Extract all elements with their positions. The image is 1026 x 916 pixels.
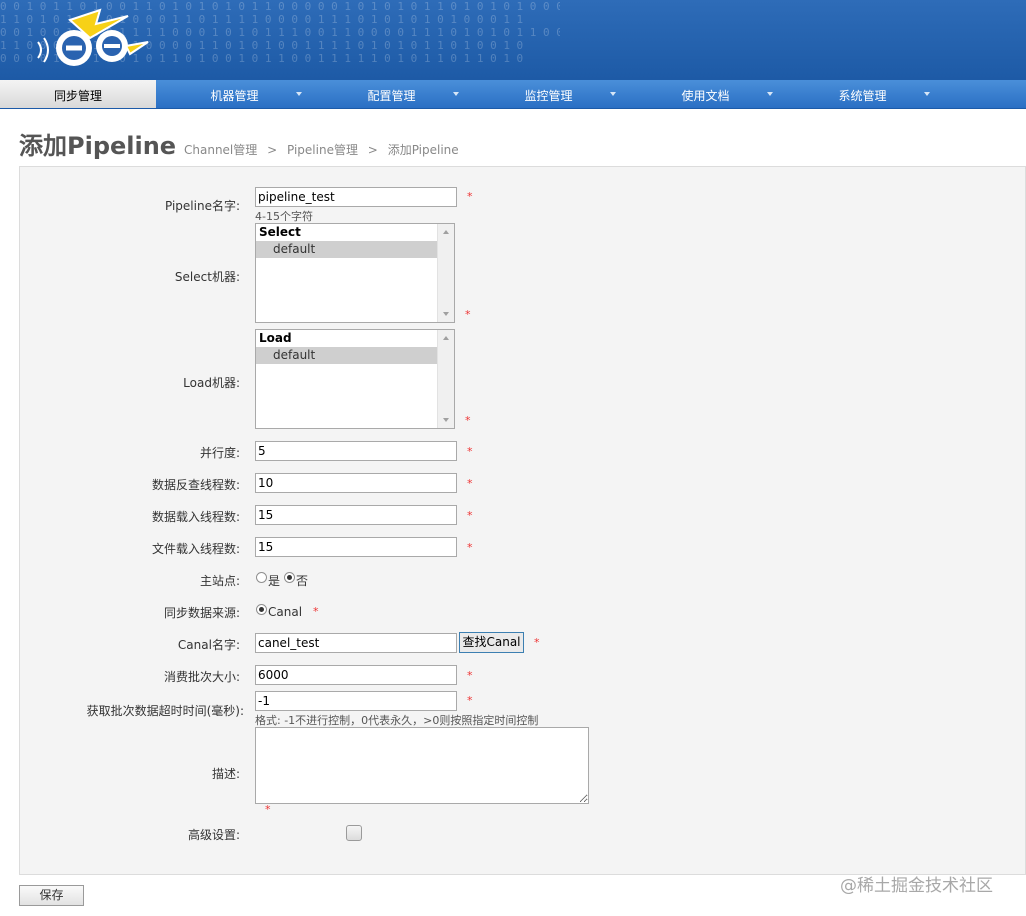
nav-label: 配置管理 bbox=[367, 89, 416, 103]
description-textarea[interactable] bbox=[255, 727, 589, 804]
required-mark: * bbox=[467, 190, 473, 203]
batch-timeout-label: 获取批次数据超时时间(毫秒): bbox=[86, 704, 244, 718]
nav-label: 系统管理 bbox=[838, 89, 887, 103]
load-threads-label: 数据载入线程数: bbox=[151, 510, 240, 524]
home-site-label: 主站点: bbox=[199, 574, 240, 588]
required-mark: * bbox=[465, 308, 471, 321]
breadcrumb-link-pipeline[interactable]: Pipeline管理 bbox=[287, 143, 358, 157]
nav-item-monitor[interactable]: 监控管理 bbox=[470, 80, 627, 108]
find-canal-button[interactable]: 查找Canal bbox=[459, 632, 524, 653]
required-mark: * bbox=[313, 605, 319, 618]
chevron-down-icon bbox=[767, 92, 773, 96]
watermark: @稀土掘金技术社区 bbox=[840, 876, 993, 896]
required-mark: * bbox=[465, 414, 471, 427]
description-label: 描述: bbox=[211, 767, 240, 781]
scrollbar[interactable] bbox=[437, 330, 454, 428]
otter-logo-icon bbox=[37, 8, 149, 66]
pipeline-name-hint: 4-15个字符 bbox=[255, 210, 313, 223]
top-banner: 0 0 1 0 1 1 0 1 0 0 1 1 0 1 0 1 0 1 0 1 … bbox=[0, 0, 1026, 80]
select-machine-listbox[interactable]: Select default bbox=[255, 223, 455, 323]
chevron-down-icon bbox=[610, 92, 616, 96]
extract-threads-input[interactable] bbox=[255, 473, 457, 493]
scroll-up-icon[interactable] bbox=[443, 336, 449, 340]
chevron-down-icon bbox=[296, 92, 302, 96]
listbox-option[interactable]: default bbox=[256, 241, 437, 258]
load-threads-input[interactable] bbox=[255, 505, 457, 525]
nav-label: 监控管理 bbox=[524, 89, 573, 103]
breadcrumb-separator: > bbox=[367, 143, 378, 157]
batch-size-input[interactable] bbox=[255, 665, 457, 685]
batch-timeout-hint: 格式: -1不进行控制，0代表永久，>0则按照指定时间控制 bbox=[255, 714, 539, 727]
file-load-threads-label: 文件载入线程数: bbox=[151, 542, 240, 556]
pipeline-name-input[interactable] bbox=[255, 187, 457, 207]
listbox-group-label: Select bbox=[259, 225, 301, 239]
required-mark: * bbox=[467, 669, 473, 682]
parallelism-input[interactable] bbox=[255, 441, 457, 461]
nav-item-system[interactable]: 系统管理 bbox=[784, 80, 941, 108]
data-source-label: 同步数据来源: bbox=[163, 606, 240, 620]
nav-item-config[interactable]: 配置管理 bbox=[313, 80, 470, 108]
listbox-group-label: Load bbox=[259, 331, 292, 345]
nav-label: 同步管理 bbox=[53, 89, 102, 103]
home-site-yes-label: 是 bbox=[268, 574, 281, 588]
required-mark: * bbox=[467, 694, 473, 707]
required-mark: * bbox=[265, 803, 271, 816]
load-machine-listbox[interactable]: Load default bbox=[255, 329, 455, 429]
home-site-no-label: 否 bbox=[296, 574, 309, 588]
data-source-canal-radio[interactable] bbox=[256, 604, 267, 615]
nav-item-machine[interactable]: 机器管理 bbox=[156, 80, 313, 108]
chevron-down-icon bbox=[924, 92, 930, 96]
scrollbar[interactable] bbox=[437, 224, 454, 322]
main-nav: 同步管理 机器管理 配置管理 监控管理 使用文档 系统管理 bbox=[0, 80, 1026, 109]
scroll-down-icon[interactable] bbox=[443, 312, 449, 316]
scroll-down-icon[interactable] bbox=[443, 418, 449, 422]
batch-size-label: 消费批次大小: bbox=[163, 670, 240, 684]
chevron-down-icon bbox=[453, 92, 459, 96]
breadcrumb: Channel管理 > Pipeline管理 > 添加Pipeline bbox=[184, 141, 465, 158]
breadcrumb-current: 添加Pipeline bbox=[387, 143, 459, 157]
canal-name-input[interactable] bbox=[255, 633, 457, 653]
required-mark: * bbox=[467, 541, 473, 554]
required-mark: * bbox=[467, 445, 473, 458]
required-mark: * bbox=[467, 477, 473, 490]
batch-timeout-input[interactable] bbox=[255, 691, 457, 711]
load-machine-label: Load机器: bbox=[183, 376, 240, 390]
data-source-canal-label: Canal bbox=[268, 605, 303, 619]
nav-label: 使用文档 bbox=[681, 89, 730, 103]
required-mark: * bbox=[534, 636, 540, 649]
listbox-option[interactable]: default bbox=[256, 347, 437, 364]
nav-item-docs[interactable]: 使用文档 bbox=[627, 80, 784, 108]
pipeline-name-label: Pipeline名字: bbox=[164, 199, 240, 213]
scroll-up-icon[interactable] bbox=[443, 230, 449, 234]
breadcrumb-separator: > bbox=[267, 143, 278, 157]
required-mark: * bbox=[467, 509, 473, 522]
home-site-no-radio[interactable] bbox=[284, 572, 295, 583]
home-site-yes-radio[interactable] bbox=[256, 572, 267, 583]
parallelism-label: 并行度: bbox=[199, 446, 240, 460]
advanced-settings-label: 高级设置: bbox=[187, 828, 240, 842]
canal-name-label: Canal名字: bbox=[177, 638, 240, 652]
breadcrumb-link-channel[interactable]: Channel管理 bbox=[184, 143, 257, 157]
select-machine-label: Select机器: bbox=[174, 270, 240, 284]
advanced-settings-checkbox[interactable] bbox=[346, 825, 362, 841]
nav-label: 机器管理 bbox=[210, 89, 259, 103]
save-button[interactable]: 保存 bbox=[19, 885, 84, 906]
nav-item-sync[interactable]: 同步管理 bbox=[0, 80, 156, 108]
extract-threads-label: 数据反查线程数: bbox=[151, 478, 240, 492]
file-load-threads-input[interactable] bbox=[255, 537, 457, 557]
page-title: 添加Pipeline bbox=[19, 132, 177, 160]
